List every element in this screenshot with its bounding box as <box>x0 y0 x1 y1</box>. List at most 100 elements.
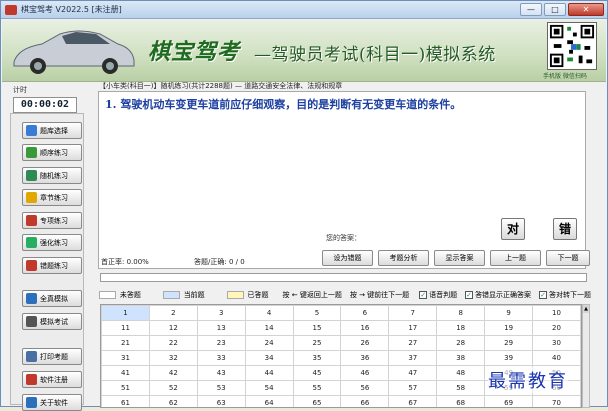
sidebar-button-12[interactable]: 关于软件 <box>22 394 82 411</box>
show-answer-button[interactable]: 显示答案 <box>434 250 485 266</box>
grid-cell[interactable]: 28 <box>436 335 486 351</box>
grid-cell[interactable]: 65 <box>292 395 342 407</box>
grid-cell[interactable]: 38 <box>436 350 486 366</box>
close-button[interactable]: ✕ <box>568 3 604 16</box>
grid-cell[interactable]: 26 <box>340 335 390 351</box>
sidebar-button-label: 随机练习 <box>40 171 68 180</box>
minimize-button[interactable]: — <box>520 3 542 16</box>
grid-cell[interactable]: 40 <box>532 350 581 366</box>
grid-cell[interactable]: 58 <box>436 380 486 396</box>
grid-cell[interactable]: 53 <box>196 380 246 396</box>
grid-cell[interactable]: 6 <box>340 305 390 321</box>
grid-cell[interactable]: 31 <box>101 350 150 366</box>
show-correct-checkbox[interactable]: ✓ <box>465 291 474 299</box>
chapter-icon <box>26 192 37 203</box>
grid-cell[interactable]: 20 <box>532 320 581 336</box>
grid-cell[interactable]: 67 <box>388 395 438 407</box>
auto-next-checkbox[interactable]: ✓ <box>539 291 547 299</box>
grid-cell[interactable]: 36 <box>340 350 390 366</box>
grid-cell[interactable]: 62 <box>148 395 198 407</box>
grid-cell[interactable]: 2 <box>148 305 198 321</box>
grid-cell[interactable]: 45 <box>292 365 342 381</box>
voice-checkbox[interactable]: ✓ <box>419 291 428 299</box>
grid-cell[interactable]: 21 <box>101 335 150 351</box>
grid-cell[interactable]: 43 <box>196 365 246 381</box>
grid-cell[interactable]: 55 <box>292 380 342 396</box>
grid-cell[interactable]: 23 <box>196 335 246 351</box>
grid-cell[interactable]: 34 <box>244 350 294 366</box>
grid-cell[interactable]: 17 <box>388 320 438 336</box>
key-icon <box>26 374 37 385</box>
grid-cell[interactable]: 56 <box>340 380 390 396</box>
grid-cell[interactable]: 1 <box>101 305 150 321</box>
maximize-button[interactable]: □ <box>544 3 566 16</box>
sidebar-button-3[interactable]: 随机练习 <box>22 167 82 184</box>
sidebar-button-2[interactable]: 顺序练习 <box>22 144 82 161</box>
grid-cell[interactable]: 19 <box>484 320 534 336</box>
grid-cell[interactable]: 46 <box>340 365 390 381</box>
grid-cell[interactable]: 12 <box>148 320 198 336</box>
sidebar-button-4[interactable]: 章节练习 <box>22 189 82 206</box>
prev-question-button[interactable]: 上一题 <box>490 250 541 266</box>
sidebar-button-5[interactable]: 专项练习 <box>22 212 82 229</box>
grid-cell[interactable]: 63 <box>196 395 246 407</box>
grid-cell[interactable]: 18 <box>436 320 486 336</box>
app-window: 棋宝驾考 V2022.5 [未注册] — □ ✕ 棋宝驾考 —驾驶员考试(科目一… <box>0 0 608 411</box>
grid-cell[interactable]: 47 <box>388 365 438 381</box>
grid-cell[interactable]: 48 <box>436 365 486 381</box>
grid-scrollbar[interactable]: ▲ <box>582 304 590 408</box>
answer-true-button[interactable]: 对 <box>501 218 525 240</box>
answer-false-button[interactable]: 错 <box>553 218 577 240</box>
grid-cell[interactable]: 32 <box>148 350 198 366</box>
sidebar-button-6[interactable]: 强化练习 <box>22 234 82 251</box>
grid-cell[interactable]: 16 <box>340 320 390 336</box>
grid-cell[interactable]: 11 <box>101 320 150 336</box>
grid-cell[interactable]: 64 <box>244 395 294 407</box>
grid-cell[interactable]: 30 <box>532 335 581 351</box>
grid-cell[interactable]: 3 <box>196 305 246 321</box>
mark-wrong-button[interactable]: 设为错题 <box>322 250 373 266</box>
grid-cell[interactable]: 25 <box>292 335 342 351</box>
grid-cell[interactable]: 35 <box>292 350 342 366</box>
grid-row: 11 12 13 14 15 16 17 18 19 20 <box>101 320 581 336</box>
grid-cell[interactable]: 69 <box>484 395 534 407</box>
sidebar-button-7[interactable]: 错题练习 <box>22 257 82 274</box>
grid-cell[interactable]: 41 <box>101 365 150 381</box>
grid-cell[interactable]: 9 <box>484 305 534 321</box>
grid-cell[interactable]: 54 <box>244 380 294 396</box>
sidebar-button-label: 打印考题 <box>40 352 68 361</box>
grid-cell[interactable]: 37 <box>388 350 438 366</box>
grid-cell[interactable]: 27 <box>388 335 438 351</box>
grid-cell[interactable]: 66 <box>340 395 390 407</box>
next-question-button[interactable]: 下一题 <box>546 250 590 266</box>
grid-cell[interactable]: 14 <box>244 320 294 336</box>
grid-cell[interactable]: 10 <box>532 305 581 321</box>
scroll-up-arrow[interactable]: ▲ <box>583 305 589 313</box>
grid-cell[interactable]: 8 <box>436 305 486 321</box>
grid-cell[interactable]: 57 <box>388 380 438 396</box>
grid-cell[interactable]: 61 <box>101 395 150 407</box>
info-icon <box>26 397 37 408</box>
grid-cell[interactable]: 70 <box>532 395 581 407</box>
grid-cell[interactable]: 33 <box>196 350 246 366</box>
grid-cell[interactable]: 22 <box>148 335 198 351</box>
grid-cell[interactable]: 68 <box>436 395 486 407</box>
grid-cell[interactable]: 39 <box>484 350 534 366</box>
analysis-button[interactable]: 考题分析 <box>378 250 429 266</box>
grid-cell[interactable]: 44 <box>244 365 294 381</box>
sidebar-button-9[interactable]: 模拟考试 <box>22 313 82 330</box>
sidebar-button-10[interactable]: 打印考题 <box>22 348 82 365</box>
grid-cell[interactable]: 7 <box>388 305 438 321</box>
grid-cell[interactable]: 29 <box>484 335 534 351</box>
grid-cell[interactable]: 13 <box>196 320 246 336</box>
grid-cell[interactable]: 51 <box>101 380 150 396</box>
grid-cell[interactable]: 5 <box>292 305 342 321</box>
grid-cell[interactable]: 4 <box>244 305 294 321</box>
grid-cell[interactable]: 24 <box>244 335 294 351</box>
grid-cell[interactable]: 52 <box>148 380 198 396</box>
sidebar-button-11[interactable]: 软件注册 <box>22 371 82 388</box>
grid-cell[interactable]: 15 <box>292 320 342 336</box>
sidebar-button-1[interactable]: 题库选择 <box>22 122 82 139</box>
sidebar-button-8[interactable]: 全真模拟 <box>22 290 82 307</box>
grid-cell[interactable]: 42 <box>148 365 198 381</box>
